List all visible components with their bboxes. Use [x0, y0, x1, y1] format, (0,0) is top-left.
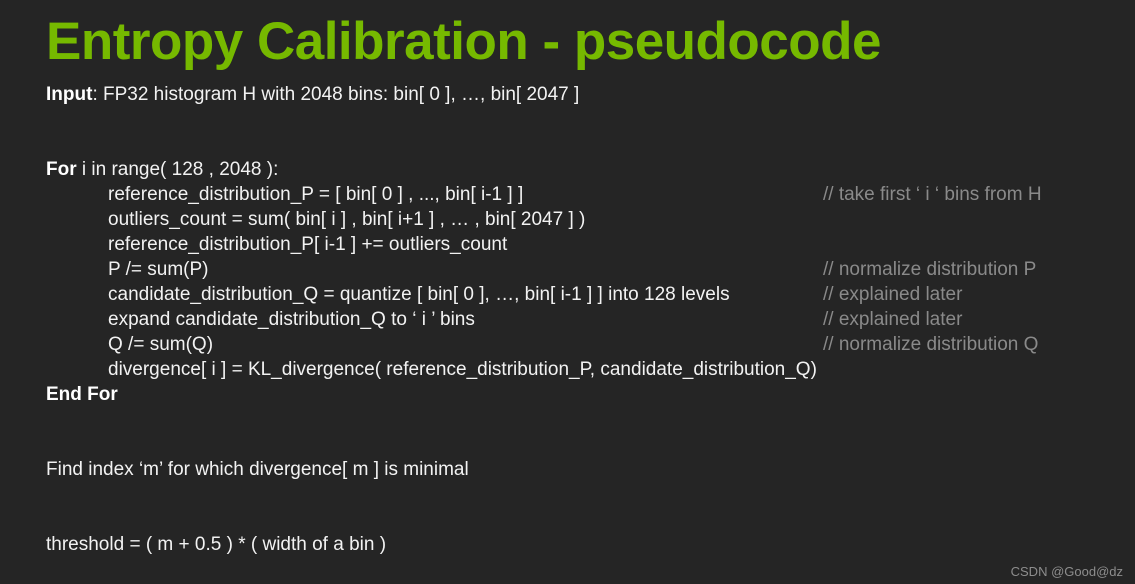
code-text: expand candidate_distribution_Q to ‘ i ’…	[108, 309, 475, 330]
spacer-line-1	[46, 107, 1106, 132]
code-text: reference_distribution_P = [ bin[ 0 ] , …	[108, 184, 524, 205]
spacer-line-4	[46, 432, 1106, 457]
code-line-expand-q: expand candidate_distribution_Q to ‘ i ’…	[46, 307, 1106, 332]
for-text: i in range( 128 , 2048 ):	[76, 159, 279, 180]
code-line-reference-distribution-p: reference_distribution_P = [ bin[ 0 ] , …	[46, 182, 1106, 207]
code-text: P /= sum(P)	[108, 259, 209, 280]
spacer-line-5	[46, 482, 1106, 507]
code-text: Find index ‘m’ for which divergence[ m ]…	[46, 459, 469, 480]
code-text: threshold = ( m + 0.5 ) * ( width of a b…	[46, 534, 387, 555]
pseudocode-body: Input: FP32 histogram H with 2048 bins: …	[46, 82, 1106, 557]
code-text: outliers_count = sum( bin[ i ] , bin[ i+…	[108, 209, 586, 230]
code-comment: // normalize distribution P	[823, 259, 1037, 280]
input-text: : FP32 histogram H with 2048 bins: bin[ …	[92, 84, 580, 105]
code-comment: // take first ‘ i ‘ bins from H	[823, 184, 1042, 205]
input-line: Input: FP32 histogram H with 2048 bins: …	[46, 82, 1106, 107]
code-line-divergence: divergence[ i ] = KL_divergence( referen…	[46, 357, 1106, 382]
for-keyword: For	[46, 159, 77, 180]
spacer-line-3	[46, 407, 1106, 432]
spacer-line-6	[46, 507, 1106, 532]
code-comment: // explained later	[823, 309, 963, 330]
code-comment: // normalize distribution Q	[823, 334, 1039, 355]
watermark: CSDN @Good@dz	[1010, 564, 1123, 579]
page-title: Entropy Calibration - pseudocode	[46, 12, 882, 71]
code-text: divergence[ i ] = KL_divergence( referen…	[108, 359, 817, 380]
input-keyword: Input	[46, 84, 93, 105]
end-for-line: End For	[46, 382, 1106, 407]
code-line-outliers-count: outliers_count = sum( bin[ i ] , bin[ i+…	[46, 207, 1106, 232]
code-line-reference-distribution-p-add: reference_distribution_P[ i-1 ] += outli…	[46, 232, 1106, 257]
find-index-line: Find index ‘m’ for which divergence[ m ]…	[46, 457, 1106, 482]
end-for-keyword: End For	[46, 384, 118, 405]
code-text: candidate_distribution_Q = quantize [ bi…	[108, 284, 730, 305]
code-comment: // explained later	[823, 284, 963, 305]
slide: Entropy Calibration - pseudocode Input: …	[0, 0, 1135, 584]
threshold-line: threshold = ( m + 0.5 ) * ( width of a b…	[46, 532, 1106, 557]
code-text: Q /= sum(Q)	[108, 334, 214, 355]
spacer-line-2	[46, 132, 1106, 157]
code-line-candidate-distribution-q: candidate_distribution_Q = quantize [ bi…	[46, 282, 1106, 307]
code-text: reference_distribution_P[ i-1 ] += outli…	[108, 234, 508, 255]
for-line: For i in range( 128 , 2048 ):	[46, 157, 1106, 182]
code-line-normalize-p: P /= sum(P) // normalize distribution P	[46, 257, 1106, 282]
code-line-normalize-q: Q /= sum(Q) // normalize distribution Q	[46, 332, 1106, 357]
